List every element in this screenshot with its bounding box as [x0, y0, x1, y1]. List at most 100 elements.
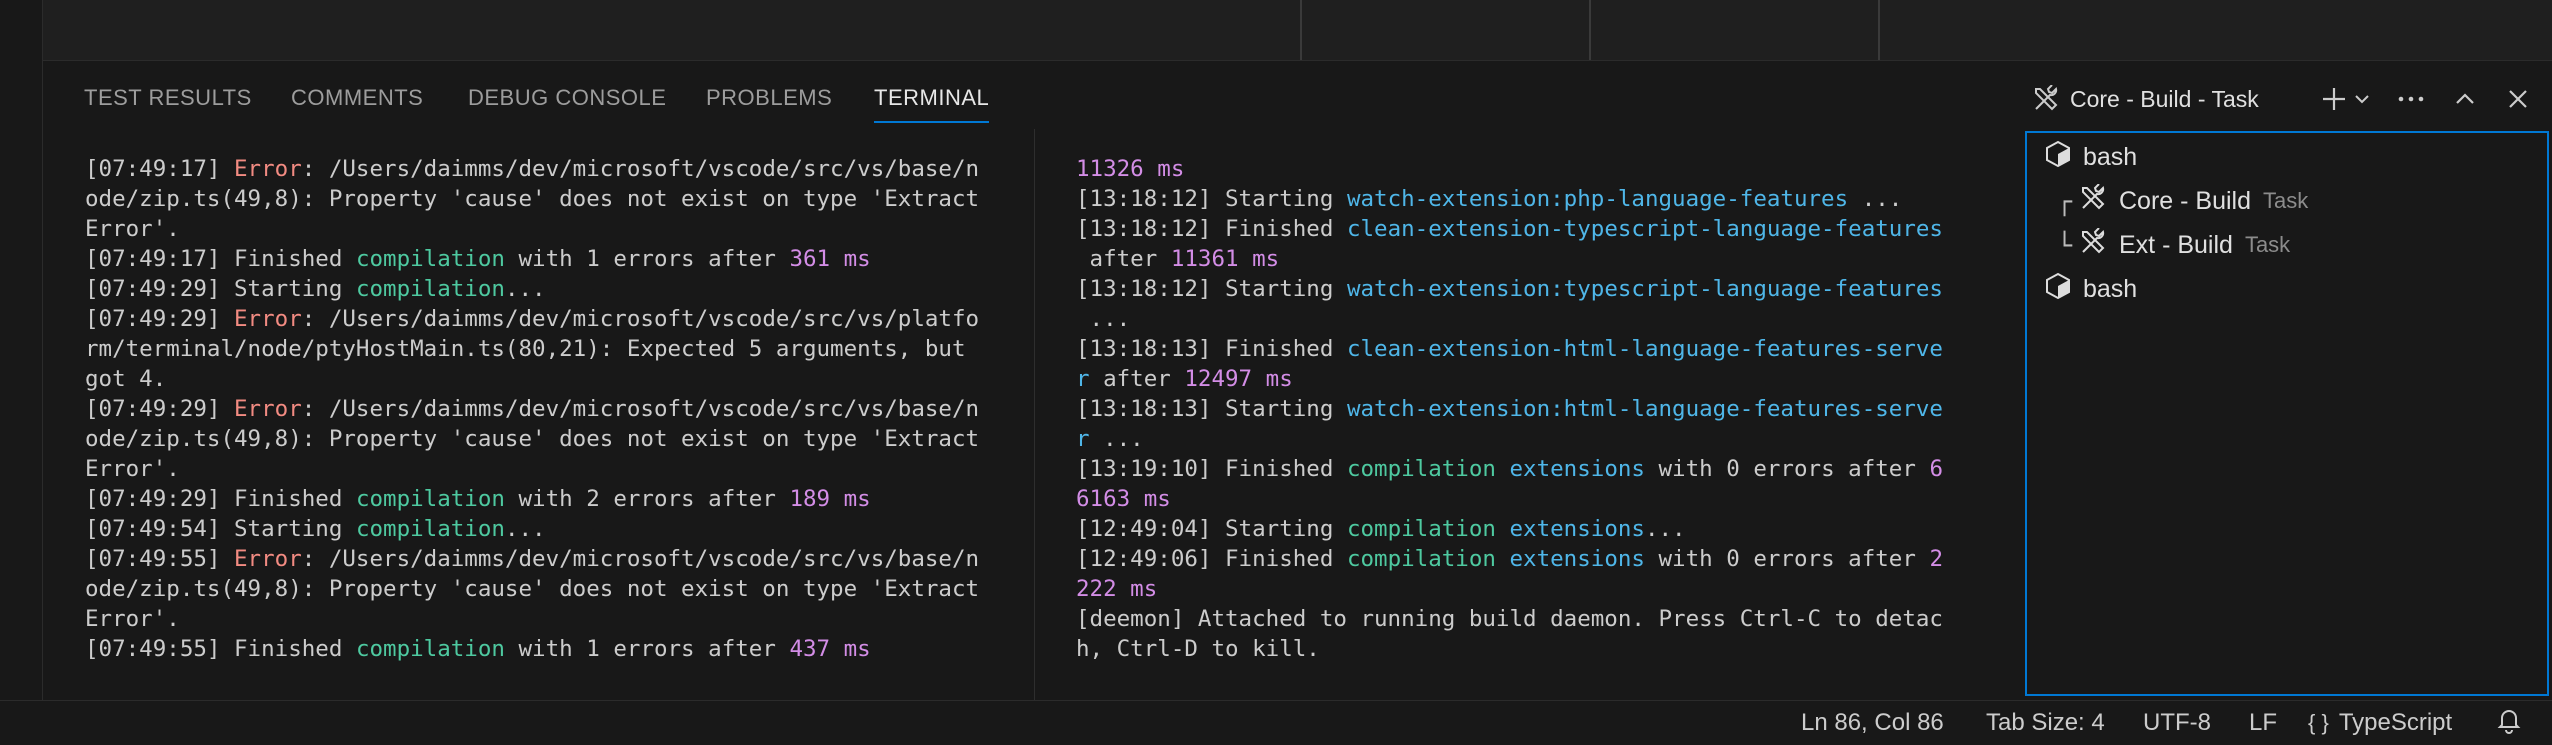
terminal-tab-ext-build[interactable]: └ Ext - Build Task	[2057, 225, 2290, 265]
terminal-text: ...	[1644, 516, 1686, 542]
terminal-text: 2	[1929, 546, 1943, 572]
terminal-line: ...	[1076, 304, 1943, 334]
terminal-text: rm/terminal/node/ptyHostMain.ts(80,21): …	[85, 336, 966, 362]
terminal-bash-icon	[2045, 140, 2071, 175]
editor-divider	[1589, 0, 1591, 60]
tools-icon	[2079, 182, 2107, 219]
terminal-tab-bash-2[interactable]: bash	[2045, 269, 2137, 309]
terminal-line: 6163 ms	[1076, 484, 1943, 514]
terminal-text: ...	[1089, 426, 1144, 452]
terminal-text: [13:18:12] Starting	[1076, 276, 1347, 302]
terminal-text: with 2 errors after	[504, 486, 790, 512]
active-terminal-selector[interactable]: Core - Build - Task	[2032, 77, 2259, 121]
terminal-tab-label: Ext - Build	[2119, 230, 2233, 259]
braces-icon: { }	[2308, 710, 2329, 735]
terminal-text: with 1 errors after	[504, 246, 790, 272]
tab-test-results[interactable]: TEST RESULTS	[84, 85, 252, 125]
editor-divider	[1878, 0, 1880, 60]
tab-debug-console[interactable]: DEBUG CONSOLE	[468, 85, 666, 125]
tab-comments[interactable]: COMMENTS	[291, 85, 423, 125]
terminal-tab-core-build[interactable]: ┌ Core - Build Task	[2057, 181, 2308, 221]
tab-problems[interactable]: PROBLEMS	[706, 85, 832, 125]
terminal-line: [07:49:29] Starting compilation...	[85, 274, 979, 304]
terminal-line: Error'.	[85, 604, 979, 634]
notifications-button[interactable]	[2496, 701, 2522, 745]
terminal-line: [12:49:06] Finished compilation extensio…	[1076, 544, 1943, 574]
terminal-line: after 11361 ms	[1076, 244, 1943, 274]
terminal-text: compilation	[355, 246, 505, 272]
cursor-position[interactable]: Ln 86, Col 86	[1801, 701, 1944, 745]
terminal-text: Error'.	[85, 216, 180, 242]
terminal-text: 6	[1929, 456, 1943, 482]
editor-divider	[1300, 0, 1302, 60]
status-bar: Ln 86, Col 86 Tab Size: 4 UTF-8 LF { } T…	[0, 700, 2552, 744]
terminal-text: [07:49:54] Starting	[85, 516, 356, 542]
end-of-line[interactable]: LF	[2249, 701, 2277, 745]
terminal-text: : /Users/daimms/dev/microsoft/vscode/src…	[301, 546, 980, 572]
active-terminal-label: Core - Build - Task	[2070, 85, 2259, 112]
terminal-split-sash[interactable]	[1034, 129, 1035, 700]
terminal-text: [13:18:12] Starting	[1076, 186, 1347, 212]
terminal-tab-task-suffix: Task	[2244, 232, 2291, 257]
terminal-line: got 4.	[85, 364, 979, 394]
terminal-text: : /Users/daimms/dev/microsoft/vscode/src…	[301, 396, 980, 422]
terminal-output-right[interactable]: 11326 ms [13:18:12] Starting watch-extens…	[1076, 154, 1943, 664]
language-mode[interactable]: { } TypeScript	[2308, 701, 2452, 745]
plus-icon	[2320, 85, 2348, 113]
panel-tabs: TEST RESULTS COMMENTS DEBUG CONSOLE PROB…	[43, 61, 1043, 125]
terminal-text: ...	[504, 516, 546, 542]
terminal-text: Error	[234, 306, 302, 332]
terminal-text: clean-extension-html-language-features-s…	[1346, 336, 1943, 362]
terminal-line: ode/zip.ts(49,8): Property 'cause' does …	[85, 574, 979, 604]
maximize-panel-button[interactable]	[2452, 77, 2478, 121]
terminal-text: [13:18:13] Starting	[1076, 396, 1347, 422]
terminal-line: [13:18:12] Starting watch-extension:php-…	[1076, 184, 1943, 214]
terminal-text: extensions	[1509, 546, 1645, 572]
terminal-line: r ...	[1076, 424, 1943, 454]
terminal-text: 437 ms	[789, 636, 871, 662]
tools-icon	[2032, 85, 2060, 113]
activity-bar	[0, 60, 43, 700]
terminal-text: compilation	[1346, 516, 1496, 542]
terminal-tab-task-suffix: Task	[2263, 188, 2309, 213]
terminal-text: extensions	[1509, 516, 1645, 542]
terminal-output-left[interactable]: [07:49:17] Error: /Users/daimms/dev/micr…	[85, 154, 979, 664]
tab-size[interactable]: Tab Size: 4	[1986, 701, 2105, 745]
new-terminal-dropdown[interactable]	[2352, 77, 2372, 121]
tab-terminal[interactable]: TERMINAL	[874, 85, 990, 125]
new-terminal-button[interactable]	[2320, 77, 2348, 121]
terminal-text: Error'.	[85, 456, 180, 482]
terminal-text: 222 ms	[1076, 576, 1158, 602]
terminal-tab-bash[interactable]: bash	[2045, 137, 2137, 177]
terminal-text: Error	[234, 156, 302, 182]
terminal-text: watch-extension:typescript-language-feat…	[1346, 276, 1943, 302]
terminal-line: ode/zip.ts(49,8): Property 'cause' does …	[85, 424, 979, 454]
terminal-text: : /Users/daimms/dev/microsoft/vscode/src…	[301, 306, 980, 332]
terminal-line: [13:18:12] Starting watch-extension:type…	[1076, 274, 1943, 304]
terminal-tab-list: bash ┌ Core - Build Task └ Ext - Build T…	[2025, 131, 2549, 696]
ellipsis-icon	[2396, 85, 2426, 113]
terminal-line: [07:49:55] Error: /Users/daimms/dev/micr…	[85, 544, 979, 574]
more-actions-button[interactable]	[2396, 77, 2426, 121]
terminal-bash-icon	[2045, 272, 2071, 307]
terminal-line: [13:18:13] Starting watch-extension:html…	[1076, 394, 1943, 424]
terminal-text: [13:18:13] Finished	[1076, 336, 1347, 362]
terminal-line: [deemon] Attached to running build daemo…	[1076, 604, 1943, 634]
terminal-text: 189 ms	[789, 486, 871, 512]
terminal-text: Error	[234, 546, 302, 572]
close-panel-button[interactable]	[2505, 77, 2531, 121]
terminal-line: h, Ctrl-D to kill.	[1076, 634, 1943, 664]
terminal-line: [07:49:17] Error: /Users/daimms/dev/micr…	[85, 154, 979, 184]
terminal-text: r	[1076, 426, 1090, 452]
terminal-text: ode/zip.ts(49,8): Property 'cause' does …	[85, 576, 980, 602]
terminal-text: 11361 ms	[1170, 246, 1280, 272]
terminal-text: with 1 errors after	[504, 636, 790, 662]
panel-actions: Core - Build - Task	[2032, 77, 2552, 121]
terminal-line: [07:49:54] Starting compilation...	[85, 514, 979, 544]
terminal-line: [07:49:55] Finished compilation with 1 e…	[85, 634, 979, 664]
terminal-text: : /Users/daimms/dev/microsoft/vscode/src…	[301, 156, 980, 182]
editor-area-top	[0, 0, 2552, 61]
terminal-tab-label: bash	[2083, 274, 2138, 303]
terminal-text: [07:49:55] Finished	[85, 636, 356, 662]
encoding[interactable]: UTF-8	[2143, 701, 2211, 745]
